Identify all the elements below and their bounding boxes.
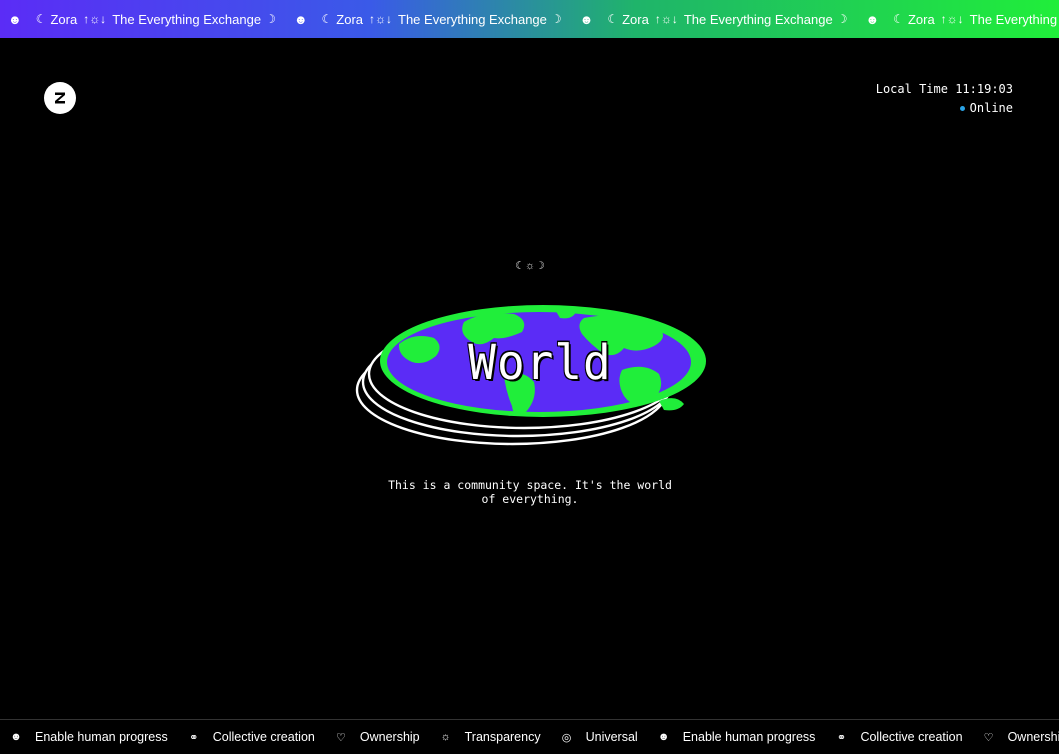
top-marquee-banner: ☻ ☾ Zora ↑☼↓ The Everything Exchange ☽ ☻… bbox=[0, 0, 1059, 38]
heart-icon: ♡ bbox=[983, 731, 994, 744]
ticker-label: Ownership bbox=[359, 730, 420, 744]
ticker-label: Enable human progress bbox=[682, 730, 816, 744]
zora-logo-icon[interactable] bbox=[44, 82, 76, 114]
moon-left-icon: ☾ bbox=[607, 12, 619, 26]
linked-rings-icon: ⚭ bbox=[189, 731, 199, 744]
values-ticker: ☻ Enable human progress ⚭ Collective cre… bbox=[0, 719, 1059, 754]
banner-brand[interactable]: Zora bbox=[336, 12, 363, 27]
ticker-item: ☼ Transparency bbox=[438, 730, 551, 744]
smiley-icon: ☻ bbox=[657, 731, 670, 743]
ticker-label: Universal bbox=[585, 730, 638, 744]
local-time-row: Local Time 11:19:03 bbox=[876, 80, 1013, 99]
ticker-label: Collective creation bbox=[860, 730, 963, 744]
moon-left-icon: ☾ bbox=[321, 12, 333, 26]
exchange-glyphs-icon: ↑☼↓ bbox=[369, 12, 393, 26]
community-description: This is a community space. It's the worl… bbox=[380, 478, 680, 506]
status-label: Online bbox=[969, 101, 1013, 115]
ticker-label: Transparency bbox=[464, 730, 541, 744]
sun-icon: ☼ bbox=[440, 731, 451, 743]
exchange-glyphs-icon: ↑☼↓ bbox=[654, 12, 678, 26]
moon-left-icon: ☾ bbox=[35, 12, 47, 26]
smiley-icon: ☻ bbox=[579, 11, 594, 27]
banner-segment: ☻ ☾ Zora ↑☼↓ The Everything Exchange ☽ bbox=[8, 12, 286, 27]
banner-brand[interactable]: Zora bbox=[50, 12, 77, 27]
banner-brand[interactable]: Zora bbox=[622, 12, 649, 27]
linked-rings-icon: ⚭ bbox=[836, 731, 847, 744]
moon-right-icon: ☽ bbox=[550, 12, 562, 26]
banner-segment: ☻ ☾ Zora ↑☼↓ The Everything Exchange ☽ bbox=[580, 12, 858, 27]
smiley-icon: ☻ bbox=[293, 11, 308, 27]
banner-tagline[interactable]: The Everything Exchange bbox=[112, 12, 261, 27]
ticker-item: ◎ Universal bbox=[559, 730, 648, 744]
zora-logo-mark bbox=[55, 92, 65, 104]
local-time-value: 11:19:03 bbox=[955, 82, 1013, 96]
moon-left-icon: ☾ bbox=[893, 12, 904, 26]
ticker-label: Collective creation bbox=[212, 730, 315, 744]
banner-tagline[interactable]: The Everything Exchange bbox=[684, 12, 833, 27]
online-status-dot-icon bbox=[959, 106, 965, 111]
ticker-item: ♡ Ownership bbox=[333, 730, 430, 744]
ticker-item: ♡ Ownership bbox=[981, 730, 1059, 744]
smiley-icon: ☻ bbox=[10, 731, 22, 743]
heart-icon: ♡ bbox=[335, 731, 346, 744]
moon-right-icon: ☽ bbox=[265, 12, 276, 26]
banner-tagline[interactable]: The Everything Exchange bbox=[398, 12, 547, 27]
target-circle-icon: ◎ bbox=[561, 731, 572, 744]
description-line: This is a community space. It's the worl… bbox=[388, 478, 672, 492]
sun-moon-glyph-icon: ☾☼☽ bbox=[515, 260, 545, 272]
status-row: Online bbox=[876, 99, 1013, 118]
ticker-item: ☻ Enable human progress bbox=[8, 730, 178, 744]
moon-right-icon: ☽ bbox=[836, 12, 848, 26]
ticker-item: ⚭ Collective creation bbox=[833, 730, 972, 744]
smiley-icon: ☻ bbox=[865, 11, 880, 27]
exchange-glyphs-icon: ↑☼↓ bbox=[83, 12, 107, 26]
description-line: of everything. bbox=[481, 492, 579, 506]
banner-segment: ☻ ☾ Zora ↑☼↓ The Everything Exchange ☽ bbox=[865, 12, 1059, 27]
land-australia bbox=[659, 398, 684, 411]
banner-tagline[interactable]: The Everything Exchange bbox=[970, 12, 1059, 27]
ticker-item: ☻ Enable human progress bbox=[656, 730, 826, 744]
banner-brand[interactable]: Zora bbox=[908, 12, 935, 27]
local-time-label: Local Time bbox=[875, 82, 948, 96]
exchange-glyphs-icon: ↑☼↓ bbox=[940, 12, 964, 26]
smiley-icon: ☻ bbox=[8, 11, 22, 27]
banner-segment: ☻ ☾ Zora ↑☼↓ The Everything Exchange ☽ bbox=[294, 12, 572, 27]
ticker-label: Enable human progress bbox=[35, 730, 168, 744]
ticker-label: Ownership bbox=[1007, 730, 1059, 744]
ticker-item: ⚭ Collective creation bbox=[186, 730, 325, 744]
world-title: World bbox=[468, 333, 612, 391]
local-time-panel: Local Time 11:19:03 Online bbox=[876, 80, 1013, 118]
